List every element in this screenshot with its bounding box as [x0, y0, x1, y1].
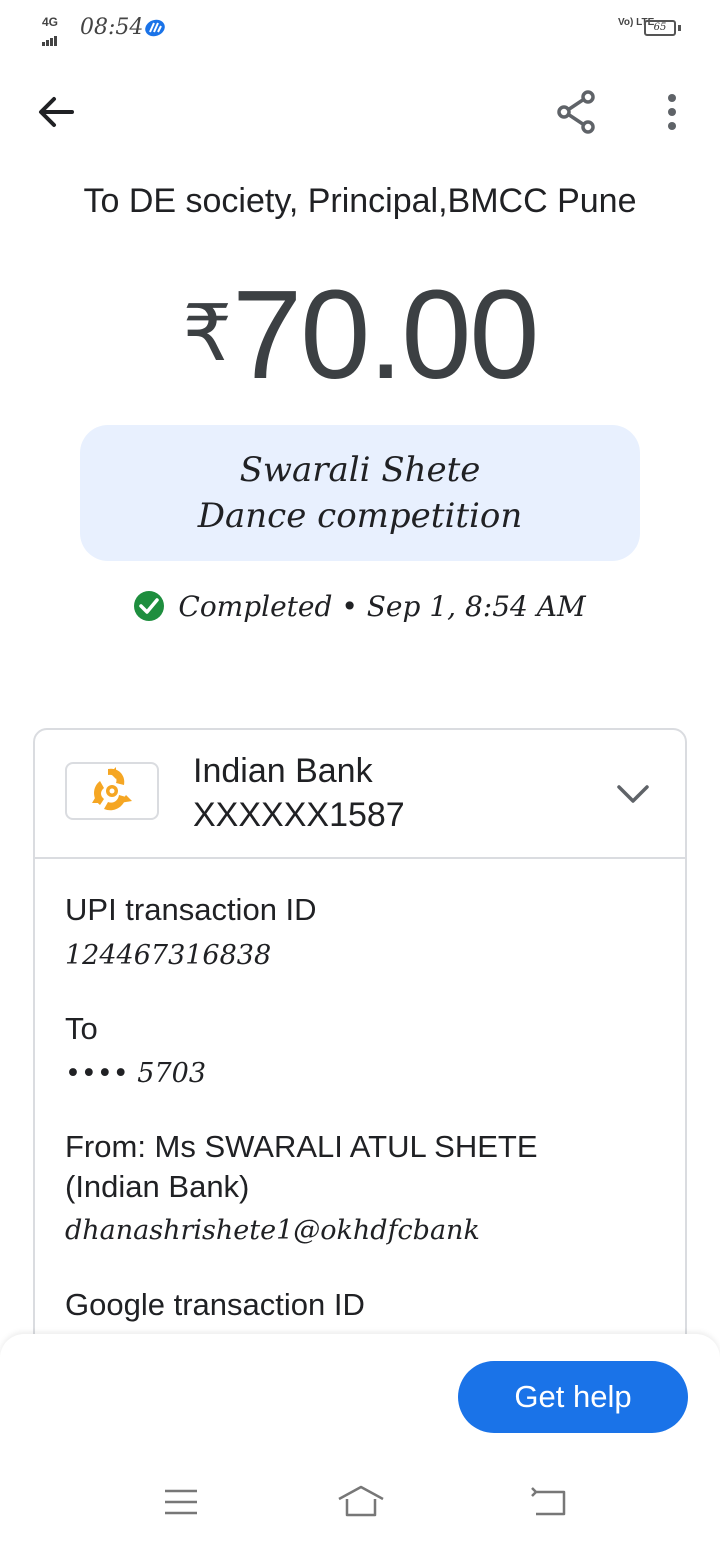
battery-icon: 65 [644, 20, 676, 36]
arrow-left-icon [39, 97, 74, 127]
menu-nav-icon[interactable] [162, 1484, 200, 1520]
payment-status: Completed • Sep 1, 8:54 AM [0, 590, 720, 624]
status-text: Completed [178, 590, 333, 623]
signal-icon [42, 28, 58, 46]
payment-amount: ₹70.00 [0, 262, 720, 407]
bank-logo [65, 762, 159, 820]
status-separator: • [341, 590, 358, 623]
indian-bank-logo-icon [92, 767, 132, 811]
back-button[interactable] [34, 90, 78, 134]
clock: 08:54 [80, 15, 144, 40]
battery-level: 65 [653, 22, 667, 33]
google-transaction-id-label: Google transaction ID [65, 1287, 365, 1322]
from-bank-label: (Indian Bank) [65, 1169, 250, 1204]
chevron-down-icon[interactable] [613, 774, 653, 814]
home-nav-icon[interactable] [336, 1484, 386, 1520]
status-bar: 4G 08:54 Vo) LTE 65 [0, 0, 720, 60]
bank-account-number: XXXXXX1587 [193, 796, 405, 834]
upi-transaction-id-value: 124467316838 [65, 940, 272, 971]
network-type: 4G [42, 15, 59, 29]
app-notification-icon [144, 18, 166, 43]
from-label: From: Ms SWARALI ATUL SHETE [65, 1129, 538, 1164]
payment-note-text: Swarali Shete Dance competition [197, 450, 523, 536]
battery-tip [678, 25, 681, 31]
more-options-button[interactable] [652, 88, 692, 136]
check-circle-icon [134, 590, 165, 621]
to-account-value: •••• 5703 [65, 1058, 206, 1089]
from-upi-id: dhanashrishete1@okhdfcbank [65, 1215, 480, 1246]
back-nav-icon[interactable] [528, 1484, 570, 1520]
payment-note: Swarali Shete Dance competition [80, 425, 640, 561]
amount-value: 70.00 [232, 264, 539, 405]
get-help-button[interactable]: Get help [458, 1361, 688, 1433]
bank-name: Indian Bank [193, 752, 373, 790]
currency-symbol: ₹ [182, 289, 233, 377]
share-icon [557, 90, 595, 134]
more-vert-icon [668, 94, 676, 130]
recipient-name: To DE society, Principal,BMCC Pune [83, 182, 637, 220]
status-datetime: Sep 1, 8:54 AM [366, 590, 586, 623]
share-button[interactable] [552, 88, 600, 136]
upi-transaction-id-label: UPI transaction ID [65, 892, 317, 927]
bank-account-header[interactable]: Indian Bank XXXXXX1587 [35, 730, 685, 859]
to-label: To [65, 1011, 98, 1046]
transaction-details-card: Indian Bank XXXXXX1587 UPI transaction I… [33, 728, 687, 1428]
